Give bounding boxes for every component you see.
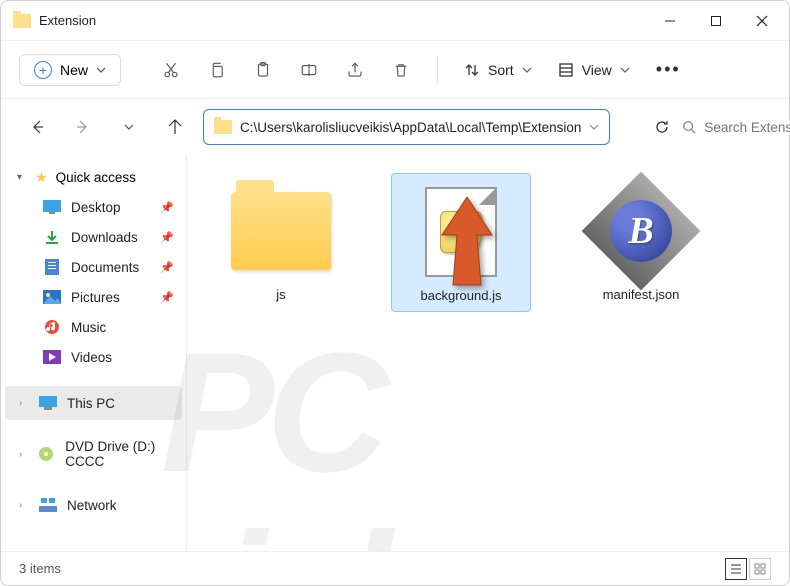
sidebar-item-label: Music <box>71 320 106 335</box>
details-view-toggle[interactable] <box>725 558 747 580</box>
file-list: js background.js B manifest.json <box>187 155 789 551</box>
sidebar-item-this-pc[interactable]: ›This PC <box>5 386 182 420</box>
network-icon <box>39 497 57 513</box>
sidebar-item-label: Network <box>67 498 117 513</box>
copy-button[interactable] <box>197 50 237 90</box>
status-bar: 3 items <box>1 551 789 585</box>
folder-icon <box>13 14 31 28</box>
sort-label: Sort <box>488 62 514 78</box>
view-button[interactable]: View <box>548 56 640 84</box>
chevron-down-icon <box>522 65 532 75</box>
minimize-button[interactable] <box>647 2 693 40</box>
cut-button[interactable] <box>151 50 191 90</box>
pin-icon: 📌 <box>160 291 174 304</box>
sidebar: ▾★ Quick access Desktop 📌 Downloads 📌 Docu… <box>1 155 187 551</box>
search-box[interactable] <box>682 120 790 135</box>
chevron-down-icon <box>620 65 630 75</box>
forward-button[interactable] <box>67 119 99 135</box>
sidebar-item-videos[interactable]: Videos <box>5 342 182 372</box>
chevron-down-icon[interactable] <box>589 120 599 135</box>
item-count: 3 items <box>19 561 61 576</box>
sidebar-item-dvd[interactable]: ›DVD Drive (D:) CCCC <box>5 430 182 478</box>
nav-row: C:\Users\karolisliucveikis\AppData\Local… <box>1 99 789 155</box>
titlebar: Extension <box>1 1 789 41</box>
desktop-icon <box>43 199 61 215</box>
sidebar-item-label: Pictures <box>71 290 120 305</box>
quick-access-header[interactable]: ▾★ Quick access <box>5 163 182 192</box>
address-bar[interactable]: C:\Users\karolisliucveikis\AppData\Local… <box>203 109 610 145</box>
pin-icon: 📌 <box>160 261 174 274</box>
sidebar-item-downloads[interactable]: Downloads 📌 <box>5 222 182 252</box>
refresh-button[interactable] <box>654 109 670 145</box>
sort-button[interactable]: Sort <box>454 56 542 84</box>
sidebar-item-network[interactable]: ›Network <box>5 488 182 522</box>
address-path: C:\Users\karolisliucveikis\AppData\Local… <box>240 120 581 135</box>
delete-button[interactable] <box>381 50 421 90</box>
sidebar-item-label: Videos <box>71 350 112 365</box>
videos-icon <box>43 349 61 365</box>
icons-view-toggle[interactable] <box>749 558 771 580</box>
pin-icon: 📌 <box>160 231 174 244</box>
folder-item-js[interactable]: js <box>211 173 351 310</box>
sidebar-item-pictures[interactable]: Pictures 📌 <box>5 282 182 312</box>
new-button[interactable]: + New <box>19 54 121 86</box>
download-icon <box>43 229 61 245</box>
toolbar: + New Sort View ••• <box>1 41 789 99</box>
folder-icon <box>231 192 331 270</box>
up-button[interactable] <box>159 119 191 135</box>
sort-icon <box>464 62 480 78</box>
close-button[interactable] <box>739 2 785 40</box>
sidebar-item-music[interactable]: Music <box>5 312 182 342</box>
back-button[interactable] <box>21 119 53 135</box>
chevron-down-icon <box>96 65 106 75</box>
star-icon: ★ <box>35 169 48 186</box>
music-icon <box>43 319 61 335</box>
window-title: Extension <box>39 13 96 28</box>
plus-icon: + <box>34 61 52 79</box>
json-file-icon: B <box>596 186 686 276</box>
pin-icon: 📌 <box>160 201 174 214</box>
pc-icon <box>39 395 57 411</box>
sidebar-item-desktop[interactable]: Desktop 📌 <box>5 192 182 222</box>
recent-dropdown[interactable] <box>113 119 145 135</box>
paste-button[interactable] <box>243 50 283 90</box>
view-label: View <box>582 62 612 78</box>
document-icon <box>43 259 61 275</box>
share-button[interactable] <box>335 50 375 90</box>
sidebar-item-label: Desktop <box>71 200 121 215</box>
more-options-button[interactable]: ••• <box>646 59 691 80</box>
pictures-icon <box>43 289 61 305</box>
new-label: New <box>60 62 88 78</box>
file-item-manifest-json[interactable]: B manifest.json <box>571 173 711 310</box>
sidebar-item-label: Downloads <box>71 230 138 245</box>
rename-button[interactable] <box>289 50 329 90</box>
disc-icon <box>37 446 55 462</box>
view-icon <box>558 62 574 78</box>
folder-icon <box>214 120 232 134</box>
sidebar-item-documents[interactable]: Documents 📌 <box>5 252 182 282</box>
sidebar-item-label: DVD Drive (D:) CCCC <box>65 439 174 469</box>
sidebar-item-label: This PC <box>67 396 115 411</box>
maximize-button[interactable] <box>693 2 739 40</box>
search-input[interactable] <box>704 120 790 135</box>
search-icon <box>682 120 696 134</box>
quick-access-label: Quick access <box>56 170 136 185</box>
file-name: js <box>276 287 285 302</box>
annotation-arrow <box>437 197 497 292</box>
sidebar-item-label: Documents <box>71 260 139 275</box>
